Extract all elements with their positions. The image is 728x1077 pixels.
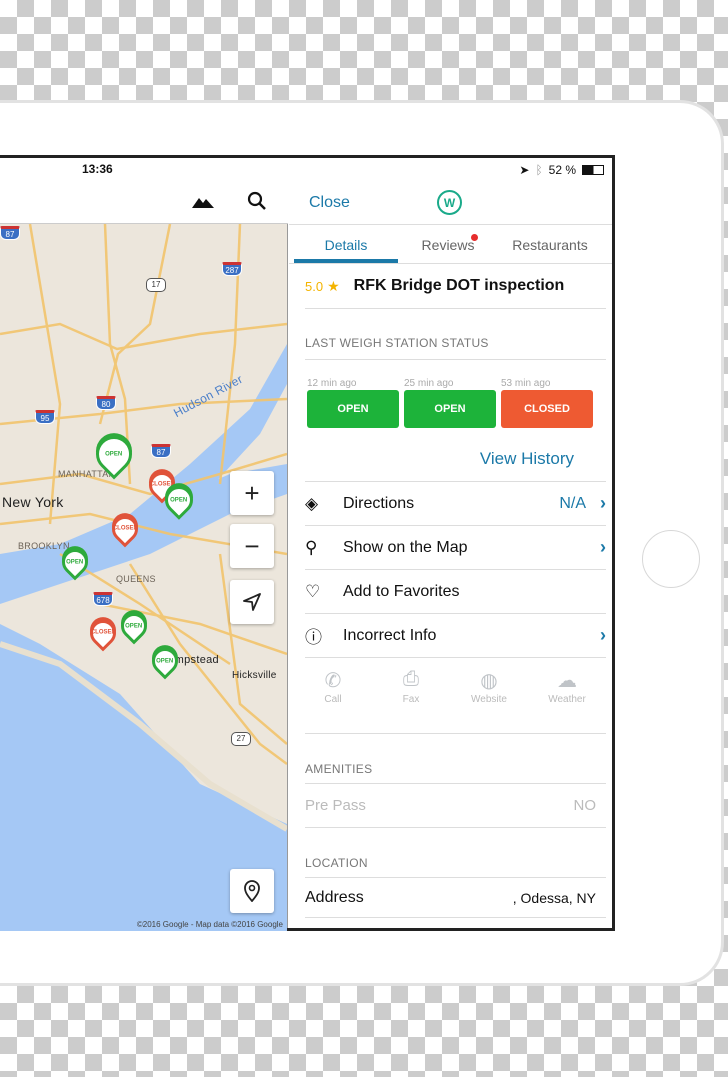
address-row[interactable]: Address , Odessa, NY: [305, 878, 606, 918]
label-hicksville: Hicksville: [232, 670, 277, 681]
tab-details[interactable]: Details: [294, 225, 398, 263]
chevron-right-icon: ›: [600, 493, 606, 513]
map-copyright: ©2016 Google - Map data ©2016 Google: [136, 920, 283, 929]
location-header: LOCATION: [305, 856, 606, 878]
map-view[interactable]: New York MANHATTAN BROOKLYN QUEENS Hudso…: [0, 224, 287, 931]
status-time-ago: 53 min ago: [501, 378, 551, 389]
location-arrow-icon: ➤: [519, 163, 530, 177]
action-label: Incorrect Info: [343, 626, 437, 644]
action-label: Show on the Map: [343, 538, 468, 556]
map-pin-icon: [244, 880, 260, 902]
zoom-in-button[interactable]: +: [230, 471, 274, 515]
status-badge: OPEN: [307, 390, 399, 428]
terrain-icon[interactable]: [192, 196, 214, 208]
status-time-ago: 25 min ago: [404, 378, 454, 389]
action-row[interactable]: ⓘ Incorrect Info ›: [305, 614, 606, 658]
info-icon: ⓘ: [305, 628, 322, 647]
app-logo: W: [437, 190, 462, 215]
marker-status: OPEN: [105, 451, 123, 458]
road-shield: 95: [35, 410, 55, 424]
marker-status: OPEN: [170, 497, 188, 504]
address-label: Address: [305, 888, 364, 906]
road-shield: 27: [231, 732, 251, 746]
road-shield: 87: [0, 226, 20, 240]
chevron-right-icon: ›: [600, 625, 606, 645]
search-icon[interactable]: [247, 191, 267, 211]
map-toolbar: 13:36: [0, 158, 288, 224]
road-shield: 17: [146, 278, 166, 292]
amenity-label: Pre Pass: [305, 797, 366, 814]
tab-bar: Details Reviews Restaurants: [289, 224, 612, 264]
battery-icon: [582, 165, 604, 175]
star-icon: ★: [327, 277, 340, 294]
label-new-york: New York: [2, 494, 64, 510]
home-button[interactable]: [642, 530, 700, 588]
status-item: 25 min ago OPEN: [404, 378, 496, 428]
label-queens: QUEENS: [116, 574, 156, 584]
status-badge: CLOSED: [501, 390, 593, 428]
zoom-out-button[interactable]: −: [230, 524, 274, 568]
marker-status: OPEN: [125, 623, 143, 630]
status-section-header: LAST WEIGH STATION STATUS: [305, 336, 606, 360]
map-pin-icon: ⚲: [305, 537, 318, 557]
marker-status: CLOSED: [112, 525, 138, 532]
tab-reviews[interactable]: Reviews: [398, 225, 498, 263]
status-bar: ➤ ᛒ 52 %: [519, 163, 604, 177]
action-value: N/A: [559, 494, 586, 512]
title-row: 5.0 ★ RFK Bridge DOT inspection: [305, 264, 606, 309]
action-label: Add to Favorites: [343, 582, 460, 600]
status-time-ago: 12 min ago: [307, 378, 357, 389]
rating: 5.0: [305, 278, 324, 294]
status-badge: OPEN: [404, 390, 496, 428]
tab-restaurants[interactable]: Restaurants: [498, 225, 602, 263]
view-history-link[interactable]: View History: [305, 438, 606, 482]
logo-letter: W: [443, 195, 456, 210]
bluetooth-icon: ᛒ: [535, 163, 543, 177]
marker-status: OPEN: [156, 658, 174, 665]
action-row[interactable]: ⚲ Show on the Map ›: [305, 526, 606, 570]
map-panel: 13:36 New York MANHATTAN BROOKLYN QUEENS…: [0, 158, 288, 931]
road-shield: 80: [96, 396, 116, 410]
detail-panel: ➤ ᛒ 52 % Close W Details Reviews Restaur…: [289, 158, 612, 928]
close-button[interactable]: Close: [309, 194, 350, 212]
navigation-arrow-icon: [243, 593, 261, 611]
status-time: 13:36: [82, 162, 113, 176]
amenities-header: AMENITIES: [305, 762, 606, 784]
status-item: 53 min ago CLOSED: [501, 378, 593, 428]
battery-text: 52 %: [548, 163, 576, 177]
action-row[interactable]: ♡ Add to Favorites: [305, 570, 606, 614]
station-title: RFK Bridge DOT inspection: [353, 277, 565, 294]
directions-icon: ◈: [305, 493, 319, 513]
marker-status: CLOSED: [90, 629, 116, 636]
action-label: Directions: [343, 494, 415, 512]
action-row[interactable]: ◈ Directions N/A ›: [305, 482, 606, 526]
amenity-value: NO: [573, 797, 597, 814]
amenity-row: Pre Pass NO: [305, 784, 606, 828]
road-shield: 87: [151, 444, 171, 458]
pin-location-button[interactable]: [230, 869, 274, 913]
my-location-button[interactable]: [230, 580, 274, 624]
screen: 13:36 New York MANHATTAN BROOKLYN QUEENS…: [0, 155, 615, 931]
marker-status: OPEN: [66, 559, 84, 566]
status-item: 12 min ago OPEN: [307, 378, 399, 428]
road-shield: 287: [222, 262, 242, 276]
road-shield: 678: [93, 592, 113, 606]
address-value: , Odessa, NY: [512, 889, 596, 906]
contact-divider: [305, 658, 606, 734]
label-brooklyn: BROOKLYN: [18, 541, 70, 551]
notification-dot: [471, 234, 478, 241]
tab-reviews-label: Reviews: [421, 237, 475, 253]
heart-icon: ♡: [305, 581, 321, 601]
chevron-right-icon: ›: [600, 537, 606, 557]
